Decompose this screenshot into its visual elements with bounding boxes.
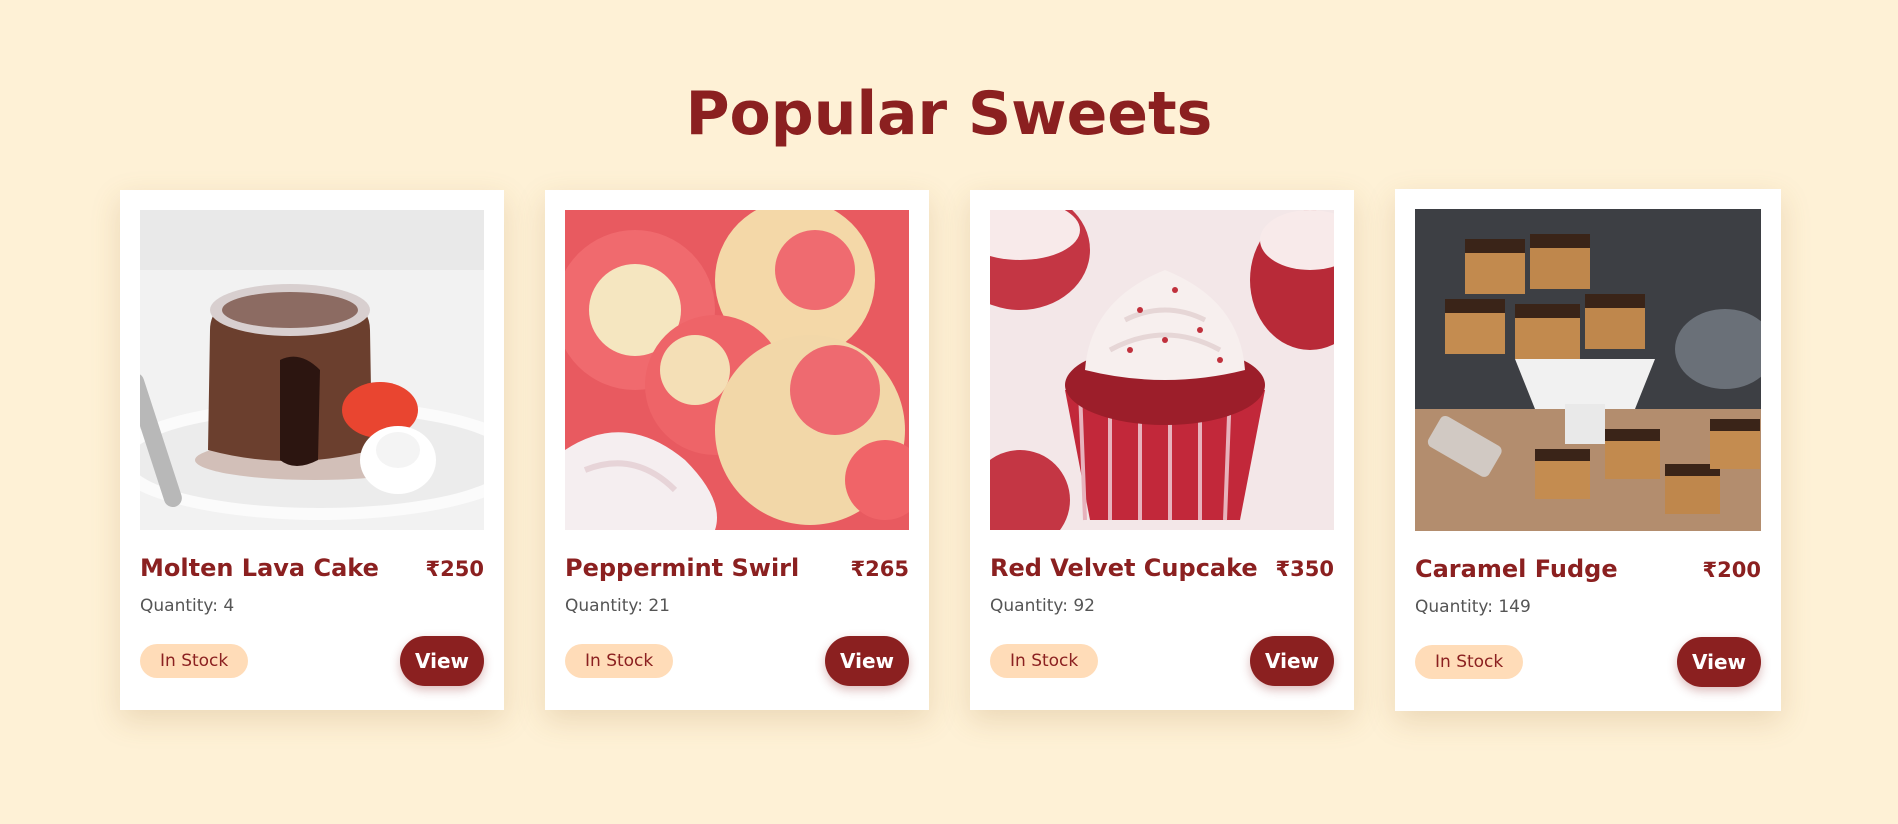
stock-badge: In Stock <box>1415 645 1524 679</box>
product-price: ₹350 <box>1275 557 1334 581</box>
product-card-caramel-fudge: Caramel Fudge ₹200 Quantity: 149 In Stoc… <box>1395 189 1781 711</box>
product-quantity: Quantity: 4 <box>140 596 235 616</box>
product-card-molten-lava-cake: Molten Lava Cake ₹250 Quantity: 4 In Sto… <box>120 190 504 710</box>
stock-badge: In Stock <box>140 644 249 678</box>
stock-badge: In Stock <box>565 644 674 678</box>
product-image-red-velvet-cupcake <box>990 210 1334 530</box>
product-quantity: Quantity: 149 <box>1415 597 1531 617</box>
product-name: Red Velvet Cupcake <box>990 554 1258 582</box>
product-image-molten-lava-cake <box>140 210 484 530</box>
product-name: Molten Lava Cake <box>140 554 379 582</box>
product-image-caramel-fudge <box>1415 209 1761 531</box>
product-image-peppermint-swirl <box>565 210 909 530</box>
view-button[interactable]: View <box>825 636 909 686</box>
view-button[interactable]: View <box>400 636 484 686</box>
product-price: ₹250 <box>425 557 484 581</box>
stock-badge: In Stock <box>990 644 1099 678</box>
product-card-red-velvet-cupcake: Red Velvet Cupcake ₹350 Quantity: 92 In … <box>970 190 1354 710</box>
view-button[interactable]: View <box>1250 636 1334 686</box>
product-card-peppermint-swirl: Peppermint Swirl ₹265 Quantity: 21 In St… <box>545 190 929 710</box>
product-quantity: Quantity: 21 <box>565 596 670 616</box>
product-name: Peppermint Swirl <box>565 554 800 582</box>
page-title: Popular Sweets <box>685 79 1213 149</box>
view-button[interactable]: View <box>1677 637 1761 687</box>
product-price: ₹200 <box>1702 558 1761 582</box>
product-quantity: Quantity: 92 <box>990 596 1095 616</box>
product-name: Caramel Fudge <box>1415 555 1618 583</box>
product-price: ₹265 <box>850 557 909 581</box>
